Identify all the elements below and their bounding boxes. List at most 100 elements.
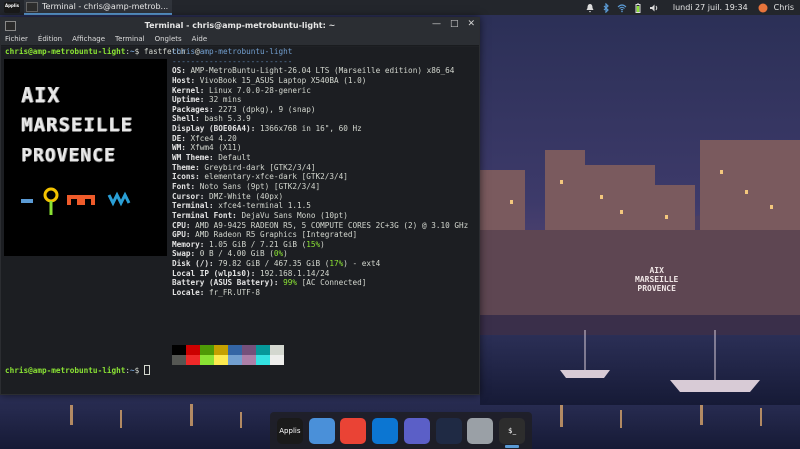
palette-swatch xyxy=(270,355,284,365)
info-key: DE xyxy=(172,133,182,143)
info-value: VivoBook 15_ASUS Laptop X540BA (1.0) xyxy=(199,75,367,85)
dock-trash-icon[interactable] xyxy=(467,417,494,444)
clock[interactable]: lundi 27 juil. 19:34 xyxy=(673,3,748,12)
header-host: amp-metrobuntu-light xyxy=(199,47,293,56)
palette-swatch xyxy=(228,355,242,365)
text-cursor xyxy=(143,365,150,375)
dock-chrome-icon[interactable] xyxy=(340,417,367,444)
info-value: xfce4-terminal 1.1.5 xyxy=(218,201,311,211)
info-value: DejaVu Sans Mono (10pt) xyxy=(241,210,348,220)
wifi-icon[interactable] xyxy=(617,3,627,13)
command-line: chris@amp-metrobuntu-light:~$ xyxy=(5,365,150,376)
menu-terminal[interactable]: Terminal xyxy=(115,35,145,43)
dock-applis-icon[interactable]: Applis xyxy=(276,417,303,444)
battery-icon[interactable] xyxy=(633,3,643,13)
info-key: Host xyxy=(172,75,191,85)
taskbar-terminal-button[interactable]: Terminal - chris@amp-metrob... xyxy=(24,0,173,15)
prompt-dollar: $ xyxy=(134,366,144,375)
info-row: Terminal Font: DejaVu Sans Mono (10pt) xyxy=(172,210,348,220)
info-row: Shell: bash 5.3.9 xyxy=(172,114,251,124)
info-value: elementary-xfce-dark [GTK2/3/4] xyxy=(204,172,348,182)
wallpaper-sign-line: PROVENCE xyxy=(637,284,676,293)
info-row: WM: Xfwm4 (X11) xyxy=(172,143,242,153)
menu-onglets[interactable]: Onglets xyxy=(155,35,182,43)
dock-teams-icon[interactable] xyxy=(403,417,430,444)
info-key: CPU xyxy=(172,220,186,230)
wallpaper-sign-line: AIX xyxy=(649,266,664,275)
info-key: Memory xyxy=(172,239,200,249)
info-value: AMD A9-9425 RADEON R5, 5 COMPUTE CORES 2… xyxy=(195,220,469,230)
system-tray: lundi 27 juil. 19:34 Chris xyxy=(585,0,800,15)
maximize-icon[interactable]: □ xyxy=(450,19,459,29)
header-user: chris xyxy=(172,47,196,56)
info-key: Theme xyxy=(172,162,196,172)
close-icon[interactable]: ✕ xyxy=(467,19,475,29)
prompt-dollar: $ xyxy=(134,47,144,56)
wallpaper-sign-line: MARSEILLE xyxy=(635,275,679,284)
logo-line: PROVENCE xyxy=(21,145,116,166)
info-percent: 17% xyxy=(329,259,344,269)
minimize-icon[interactable]: — xyxy=(432,19,441,29)
logo-metro-pictograms xyxy=(21,187,131,215)
window-title: Terminal - chris@amp-metrobuntu-light: ~ xyxy=(144,21,336,30)
info-row: Icons: elementary-xfce-dark [GTK2/3/4] xyxy=(172,172,348,182)
prompt-user: chris@amp-metrobuntu-light xyxy=(5,47,126,56)
info-key: Font xyxy=(172,181,191,191)
dock-edge-icon[interactable] xyxy=(372,417,399,444)
info-key: OS xyxy=(172,66,182,76)
info-row: Kernel: Linux 7.0.0-28-generic xyxy=(172,85,311,95)
wallpaper-sign: AIX MARSEILLE PROVENCE xyxy=(635,266,678,293)
info-value: fr_FR.UTF-8 xyxy=(209,288,260,298)
info-key: Locale xyxy=(172,288,200,298)
menu-aide[interactable]: Aide xyxy=(192,35,207,43)
info-row: CPU: AMD A9-9425 RADEON R5, 5 COMPUTE CO… xyxy=(172,220,469,230)
info-row-memory: Memory: 1.05 GiB / 7.21 GiB (15%) xyxy=(172,239,325,249)
dock-warp-icon[interactable] xyxy=(435,417,462,444)
palette-swatch xyxy=(186,345,200,355)
user-menu[interactable]: Chris xyxy=(774,3,794,12)
info-row: Cursor: DMZ-White (40px) xyxy=(172,191,284,201)
terminal-output[interactable]: chris@amp-metrobuntu-light:~$ fastfetch … xyxy=(1,47,479,394)
palette-swatch xyxy=(214,355,228,365)
info-value: AMP-MetroBuntu-Light-26.04 LTS (Marseill… xyxy=(190,66,455,76)
info-key: GPU xyxy=(172,230,186,240)
dock-active-indicator xyxy=(505,445,519,448)
info-key: Terminal Font xyxy=(172,210,233,220)
prompt-user: chris@amp-metrobuntu-light xyxy=(5,366,126,375)
menubar: Fichier Édition Affichage Terminal Ongle… xyxy=(1,33,479,46)
dock-terminal-icon[interactable]: $_ xyxy=(499,417,526,444)
info-value: 192.168.1.14/24 xyxy=(259,268,330,278)
info-row: DE: Xfce4 4.20 xyxy=(172,133,237,143)
info-row: Host: VivoBook 15_ASUS Laptop X540BA (1.… xyxy=(172,75,367,85)
window-controls: — □ ✕ xyxy=(432,19,475,29)
info-row-local-ip: Local IP (wlp1s0): 192.168.1.14/24 xyxy=(172,268,330,278)
menu-edition[interactable]: Édition xyxy=(38,35,62,43)
bluetooth-icon[interactable] xyxy=(601,2,611,13)
window-titlebar[interactable]: Terminal - chris@amp-metrobuntu-light: ~… xyxy=(1,18,479,33)
dock-files-icon[interactable] xyxy=(308,417,335,444)
info-value-end: ) - ext4 xyxy=(343,259,381,269)
menu-fichier[interactable]: Fichier xyxy=(5,35,28,43)
color-palette xyxy=(172,345,284,365)
info-value-end: ) xyxy=(283,249,288,259)
logo-line: MARSEILLE xyxy=(21,114,133,136)
applications-menu-button[interactable]: Applis xyxy=(0,0,24,15)
menu-affichage[interactable]: Affichage xyxy=(72,35,105,43)
volume-icon[interactable] xyxy=(649,3,659,13)
info-value: DMZ-White (40px) xyxy=(209,191,284,201)
info-key: Display (BOE06A4) xyxy=(172,124,251,134)
palette-swatch xyxy=(214,345,228,355)
info-value: Default xyxy=(218,153,251,163)
info-value: bash 5.3.9 xyxy=(204,114,251,124)
info-key: WM xyxy=(172,143,182,153)
info-key: Swap xyxy=(172,249,191,259)
palette-swatch xyxy=(186,355,200,365)
info-key: Shell xyxy=(172,114,196,124)
info-row: GPU: AMD Radeon R5 Graphics [Integrated] xyxy=(172,230,358,240)
info-key: Local IP (wlp1s0) xyxy=(172,268,251,278)
info-value: 79.82 GiB / 467.35 GiB ( xyxy=(218,259,330,269)
notification-bell-icon[interactable] xyxy=(585,3,595,13)
top-panel: Applis Terminal - chris@amp-metrob... lu… xyxy=(0,0,800,15)
palette-swatch xyxy=(228,345,242,355)
info-value: Greybird-dark [GTK2/3/4] xyxy=(204,162,316,172)
